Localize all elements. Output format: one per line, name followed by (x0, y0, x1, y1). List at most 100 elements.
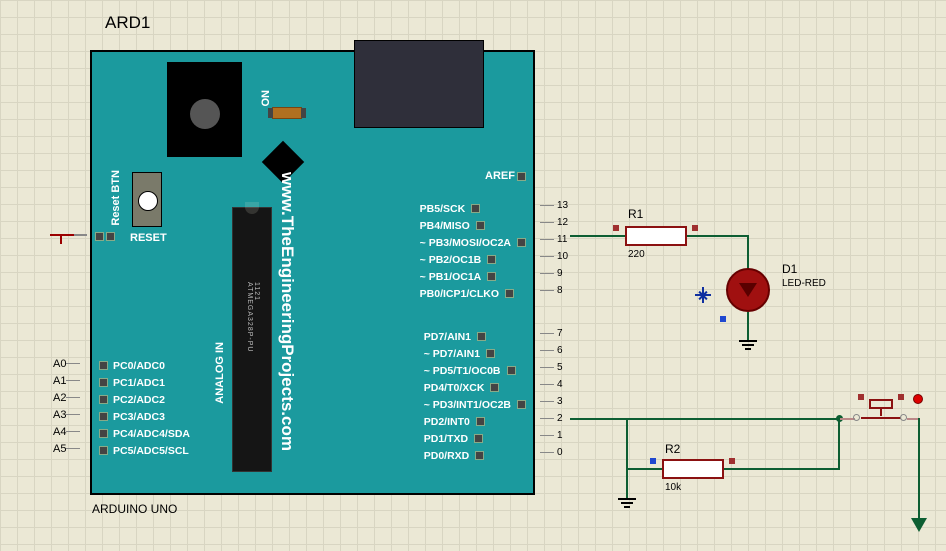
pin-label: PC0/ADC0 (109, 360, 165, 372)
pin-5[interactable] (507, 366, 516, 375)
pin-label: PC1/ADC1 (109, 377, 165, 389)
wire (918, 418, 920, 518)
wire (687, 235, 749, 237)
board-name-label: ARDUINO UNO (92, 502, 177, 516)
digital-pins-low: PD7/AIN1 ~ PD7/AIN1 ~ PD5/T1/OC0B PD4/T0… (424, 328, 527, 464)
ext-label: A5 (53, 443, 66, 455)
marker (720, 316, 726, 322)
pin-num: 13 (554, 200, 571, 211)
power-jack (167, 62, 242, 157)
pin-label: PD2/INT0 (424, 416, 475, 428)
ref-designator: ARD1 (105, 13, 150, 33)
button-terminal (900, 414, 907, 421)
reset-terminal-hline (50, 234, 74, 236)
wire (626, 468, 628, 498)
wire (747, 235, 749, 271)
power-arrow-icon (911, 518, 927, 532)
pin-label: PD0/RXD (424, 450, 475, 462)
r2-value: 10k (665, 482, 681, 493)
pin-label: PC2/ADC2 (109, 394, 165, 406)
pin-6[interactable] (486, 349, 495, 358)
marker (898, 394, 904, 400)
pin-num: 12 (554, 217, 571, 228)
pin-10[interactable] (487, 255, 496, 264)
pin-0[interactable] (475, 451, 484, 460)
pin-a4[interactable] (99, 429, 108, 438)
reset-pin-label: RESET (130, 232, 167, 244)
pin-a0[interactable] (99, 361, 108, 370)
reset-btn-label: Reset BTN (110, 170, 122, 226)
pin-label: ~ PD3/INT1/OC2B (424, 399, 516, 411)
pin-num: 1 (554, 430, 566, 441)
pin-a2[interactable] (99, 395, 108, 404)
pin-1[interactable] (474, 434, 483, 443)
aref-pin[interactable] (517, 172, 526, 181)
pin-label: PC4/ADC4/SDA (109, 428, 190, 440)
marker (613, 225, 619, 231)
pin-a5[interactable] (99, 446, 108, 455)
r2-name: R2 (665, 442, 680, 456)
pin-label: PD7/AIN1 (424, 331, 476, 343)
r1-name: R1 (628, 207, 643, 221)
pin-label: ~ PD5/T1/OC0B (424, 365, 506, 377)
pin-num: 7 (554, 328, 566, 339)
pin-label: PB0/ICP1/CLKO (420, 288, 504, 300)
pin-label: ~ PB2/OC1B (420, 254, 487, 266)
pin-12[interactable] (476, 221, 485, 230)
resistor-r1[interactable] (625, 226, 687, 246)
probe-indicator (913, 394, 923, 404)
pin-num: 2 (554, 413, 566, 424)
pin-a3[interactable] (99, 412, 108, 421)
on-led-label: ON (260, 90, 272, 107)
pin-9[interactable] (487, 272, 496, 281)
led-d1[interactable] (726, 268, 770, 312)
pin-num: 10 (554, 251, 571, 262)
ext-label: A4 (53, 426, 66, 438)
pin-num: 9 (554, 268, 566, 279)
analog-in-label: ANALOG IN (214, 342, 226, 404)
pin-label: PD1/TXD (424, 433, 473, 445)
pin-num: 5 (554, 362, 566, 373)
marker (858, 394, 864, 400)
pin-num: 11 (554, 234, 570, 245)
ext-label: A0 (53, 358, 66, 370)
pin-label: ~ PD7/AIN1 (424, 348, 485, 360)
pin-4[interactable] (490, 383, 499, 392)
pin-label: PC5/ADC5/SCL (109, 445, 189, 457)
ext-label: A2 (53, 392, 66, 404)
pin-3[interactable] (517, 400, 526, 409)
pin-13[interactable] (471, 204, 480, 213)
pin-8[interactable] (505, 289, 514, 298)
ground-symbol (618, 498, 636, 508)
reset-stub (73, 234, 87, 236)
ext-label: A3 (53, 409, 66, 421)
wire (626, 468, 662, 470)
pin-num: 3 (554, 396, 566, 407)
arduino-board: Reset BTN ON ANALOG IN www.TheEngineerin… (90, 50, 535, 495)
pin-label: ~ PB1/OC1A (420, 271, 487, 283)
pin-label: ~ PB3/MOSI/OC2A (420, 237, 516, 249)
pin-label: PD4/T0/XCK (424, 382, 490, 394)
pin-label: PC3/ADC3 (109, 411, 165, 423)
pin-2[interactable] (476, 417, 485, 426)
reset-button[interactable] (132, 172, 162, 227)
d1-value: LED-RED (782, 278, 826, 289)
pin-11[interactable] (517, 238, 526, 247)
origin-cursor-icon (695, 287, 711, 303)
wire (570, 235, 625, 237)
digital-pins-high: PB5/SCK PB4/MISO ~ PB3/MOSI/OC2A ~ PB2/O… (420, 200, 527, 302)
pin-num: 0 (554, 447, 566, 458)
ground-symbol (739, 340, 757, 350)
wire (626, 418, 628, 468)
pin-7[interactable] (477, 332, 486, 341)
pin-label: PB5/SCK (420, 203, 471, 215)
pin-a1[interactable] (99, 378, 108, 387)
analog-ext-labels: A0 A1 A2 A3 A4 A5 (53, 355, 80, 457)
resistor-r2[interactable] (662, 459, 724, 479)
wire (724, 468, 839, 470)
smd-resistor (272, 107, 302, 119)
analog-pins: PC0/ADC0 PC1/ADC1 PC2/ADC2 PC3/ADC3 PC4/… (98, 357, 190, 459)
wire (838, 418, 840, 470)
ext-label: A1 (53, 375, 66, 387)
wire (570, 418, 840, 420)
